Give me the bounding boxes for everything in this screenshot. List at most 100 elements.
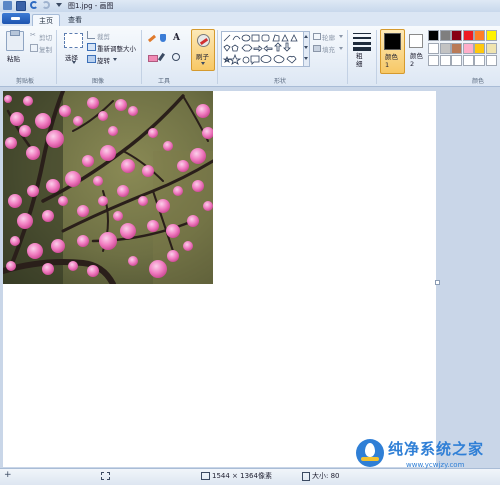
shapes-gallery[interactable] xyxy=(221,31,305,67)
size-button[interactable]: 粗细 xyxy=(356,52,366,68)
palette-swatch[interactable] xyxy=(462,55,474,66)
palette-swatch[interactable] xyxy=(451,55,462,66)
group-separator xyxy=(141,30,142,84)
colors-group-label: 颜色 xyxy=(472,78,485,85)
brush-label: 刷子 xyxy=(196,53,209,61)
watermark-url: www.ycwjzy.com xyxy=(406,461,465,469)
polygon-shape-icon xyxy=(272,34,280,42)
palette-swatch[interactable] xyxy=(474,30,485,41)
image-group-label: 图像 xyxy=(92,78,105,85)
heart-shape-icon xyxy=(286,55,297,64)
color2-label: 颜色 2 xyxy=(410,52,423,68)
color2-swatch xyxy=(409,34,423,48)
palette-swatch[interactable] xyxy=(462,30,474,41)
watermark-text: 纯净系统之家 xyxy=(388,440,485,458)
paste-icon[interactable] xyxy=(6,30,24,51)
text-tool-icon[interactable]: A xyxy=(173,33,180,43)
customize-quick-access-icon[interactable] xyxy=(56,3,62,7)
color1-label: 颜色 1 xyxy=(385,53,398,69)
callout-shape-icon xyxy=(250,55,260,65)
scroll-up-icon[interactable] xyxy=(304,35,308,38)
cloud-callout-shape-icon xyxy=(273,55,285,64)
copy-button[interactable]: 复制 xyxy=(39,44,52,54)
file-size-icon xyxy=(302,472,310,481)
palette-swatch[interactable] xyxy=(428,55,439,66)
chevron-down-icon xyxy=(201,62,205,65)
expand-gallery-icon[interactable] xyxy=(304,57,308,60)
clipboard-group-label: 剪贴板 xyxy=(16,78,35,85)
right-arrow-shape-icon xyxy=(253,45,263,52)
color1-swatch xyxy=(384,33,401,50)
paste-button[interactable]: 粘贴 xyxy=(7,53,20,63)
palette-swatch[interactable] xyxy=(462,42,474,54)
canvas-resize-handle[interactable] xyxy=(435,280,440,285)
scroll-down-icon[interactable] xyxy=(304,46,308,49)
palette-swatch[interactable] xyxy=(485,30,497,41)
chevron-down-icon xyxy=(339,47,343,50)
group-separator xyxy=(56,30,57,84)
cut-icon: ✂ xyxy=(30,31,36,39)
hexagon-shape-icon xyxy=(241,44,253,52)
group-separator xyxy=(376,30,377,84)
crop-icon xyxy=(87,31,95,39)
palette-swatch[interactable] xyxy=(485,55,497,66)
save-icon[interactable] xyxy=(16,1,26,11)
palette-swatch[interactable] xyxy=(485,42,497,54)
oval-callout-shape-icon xyxy=(260,55,272,63)
shapes-scrollbar[interactable] xyxy=(303,31,310,67)
crop-button[interactable]: 裁剪 xyxy=(97,31,110,41)
title-bar: 图1.jpg - 画图 xyxy=(0,0,500,12)
palette-swatch[interactable] xyxy=(439,42,451,54)
fill-bucket-icon[interactable] xyxy=(160,34,166,42)
rotate-button[interactable]: 旋转 xyxy=(97,55,110,65)
shapes-group-label: 形状 xyxy=(274,78,287,85)
cut-button[interactable]: 剪切 xyxy=(39,32,52,42)
oval-shape-icon xyxy=(241,34,251,42)
diamond-shape-icon xyxy=(223,44,231,52)
palette-swatch[interactable] xyxy=(428,42,439,54)
plum-blossom-image xyxy=(3,91,213,284)
redo-icon[interactable] xyxy=(42,1,50,9)
select-icon[interactable] xyxy=(64,33,83,48)
palette-swatch[interactable] xyxy=(451,30,462,41)
magnifier-icon[interactable] xyxy=(172,53,180,61)
palette-swatch[interactable] xyxy=(439,30,451,41)
line-shape-icon xyxy=(223,34,231,42)
watermark-logo xyxy=(356,439,384,467)
outline-icon xyxy=(313,33,321,40)
rotate-icon xyxy=(87,55,96,63)
watermark: 纯净系统之家 www.ycwjzy.com xyxy=(352,435,500,479)
left-arrow-shape-icon xyxy=(263,45,273,52)
chevron-down-icon xyxy=(113,58,117,61)
pentagon-shape-icon xyxy=(231,44,239,52)
star-shape-icon xyxy=(228,53,242,65)
palette-swatch[interactable] xyxy=(439,55,451,66)
tools-group-label: 工具 xyxy=(158,78,171,85)
tab-view[interactable]: 查看 xyxy=(62,14,88,26)
color2-button[interactable]: 颜色 2 xyxy=(405,29,427,72)
four-point-star-shape-icon xyxy=(222,55,232,63)
fill-button[interactable]: 填充 xyxy=(322,44,335,54)
eraser-icon[interactable] xyxy=(148,55,158,62)
chevron-down-icon xyxy=(72,61,76,64)
selection-size-icon xyxy=(101,472,110,480)
brush-button[interactable]: 刷子 xyxy=(191,29,215,71)
group-separator xyxy=(347,30,348,84)
image-dimensions: 1544 × 1364像素 xyxy=(212,472,272,480)
color-palette[interactable] xyxy=(428,30,500,68)
file-size: 大小: 80 xyxy=(312,472,340,480)
right-triangle-shape-icon xyxy=(290,34,298,42)
file-menu-button[interactable] xyxy=(2,13,30,24)
outline-button[interactable]: 轮廓 xyxy=(322,32,335,42)
chevron-down-icon xyxy=(339,35,343,38)
cursor-position-icon: + xyxy=(4,470,12,480)
palette-swatch[interactable] xyxy=(474,42,485,54)
resize-button[interactable]: 重新调整大小 xyxy=(97,43,136,53)
palette-swatch[interactable] xyxy=(474,55,485,66)
color1-button[interactable]: 颜色 1 xyxy=(380,29,405,74)
size-icon[interactable] xyxy=(353,32,371,51)
palette-swatch[interactable] xyxy=(451,42,462,54)
palette-swatch[interactable] xyxy=(428,30,439,41)
undo-icon[interactable] xyxy=(30,1,38,9)
paint-app-icon xyxy=(3,1,12,10)
